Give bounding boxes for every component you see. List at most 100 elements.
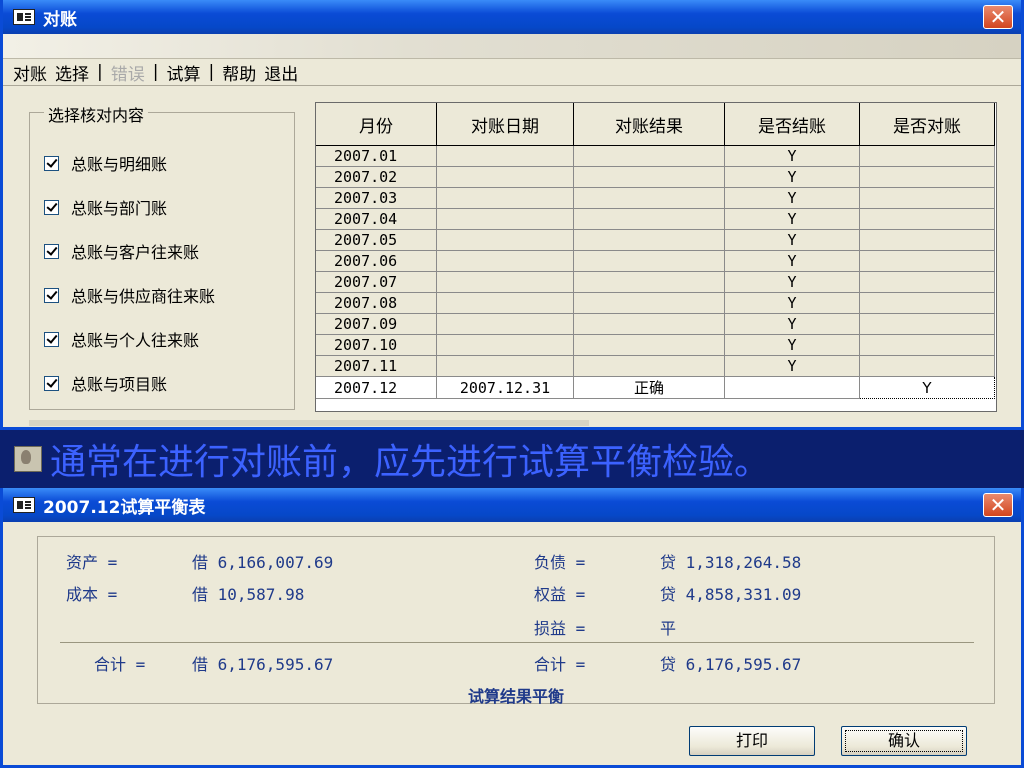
cell-closed[interactable]: Y bbox=[724, 145, 860, 167]
table-row[interactable]: 2007.06 Y bbox=[316, 250, 995, 272]
cell-reconciled[interactable] bbox=[859, 313, 995, 335]
col-month[interactable]: 月份 bbox=[316, 103, 437, 146]
cell-date[interactable] bbox=[436, 229, 574, 251]
trial-balance-titlebar[interactable]: 2007.12试算平衡表 ✕ bbox=[3, 488, 1021, 522]
cell-month[interactable]: 2007.03 bbox=[316, 187, 437, 209]
cell-closed[interactable]: Y bbox=[724, 187, 860, 209]
check-ledger-detail[interactable]: 总账与明细账 bbox=[44, 151, 167, 175]
cell-closed[interactable]: Y bbox=[724, 313, 860, 335]
cell-reconciled[interactable] bbox=[859, 145, 995, 167]
table-row[interactable]: 2007.02 Y bbox=[316, 166, 995, 188]
cell-month[interactable]: 2007.02 bbox=[316, 166, 437, 188]
checkbox[interactable] bbox=[44, 155, 59, 171]
checkbox[interactable] bbox=[44, 243, 59, 259]
check-ledger-project[interactable]: 总账与项目账 bbox=[44, 371, 167, 395]
check-ledger-customer[interactable]: 总账与客户往来账 bbox=[44, 239, 199, 263]
cell-reconciled[interactable] bbox=[859, 355, 995, 377]
table-row[interactable]: 2007.04 Y bbox=[316, 208, 995, 230]
table-row[interactable]: 2007.07 Y bbox=[316, 271, 995, 293]
checkbox[interactable] bbox=[44, 199, 59, 215]
check-ledger-personal[interactable]: 总账与个人往来账 bbox=[44, 327, 199, 351]
cell-reconciled[interactable] bbox=[859, 334, 995, 356]
cell-result[interactable] bbox=[573, 334, 725, 356]
cell-date[interactable] bbox=[436, 187, 574, 209]
col-is-closed[interactable]: 是否结账 bbox=[724, 103, 860, 146]
cell-date[interactable] bbox=[436, 292, 574, 314]
cell-month[interactable]: 2007.01 bbox=[316, 145, 437, 167]
cell-month[interactable]: 2007.04 bbox=[316, 208, 437, 230]
cell-month[interactable]: 2007.11 bbox=[316, 355, 437, 377]
cell-date[interactable] bbox=[436, 313, 574, 335]
col-reconcile-result[interactable]: 对账结果 bbox=[573, 103, 725, 146]
reconcile-grid[interactable]: 月份 对账日期 对账结果 是否结账 是否对账 2007.01 Y 2007.02 Y… bbox=[315, 102, 997, 412]
cell-month[interactable]: 2007.05 bbox=[316, 229, 437, 251]
menu-help[interactable]: 帮助 bbox=[222, 60, 256, 85]
cell-closed[interactable]: Y bbox=[724, 292, 860, 314]
col-reconcile-date[interactable]: 对账日期 bbox=[436, 103, 574, 146]
table-row-selected[interactable]: 2007.12 2007.12.31 正确 Y bbox=[316, 376, 995, 399]
checkbox[interactable] bbox=[44, 287, 59, 303]
cell-result[interactable] bbox=[573, 250, 725, 272]
menu-select[interactable]: 选择 bbox=[55, 60, 89, 85]
cell-reconciled[interactable] bbox=[859, 271, 995, 293]
cell-result[interactable]: 正确 bbox=[573, 376, 725, 399]
cell-month[interactable]: 2007.08 bbox=[316, 292, 437, 314]
cell-date[interactable] bbox=[436, 208, 574, 230]
cell-month[interactable]: 2007.06 bbox=[316, 250, 437, 272]
close-button[interactable]: ✕ bbox=[983, 5, 1013, 29]
menu-trial-balance[interactable]: 试算 bbox=[166, 60, 200, 85]
cell-reconciled[interactable] bbox=[859, 292, 995, 314]
cell-closed[interactable]: Y bbox=[724, 334, 860, 356]
cell-date[interactable] bbox=[436, 334, 574, 356]
cell-month[interactable]: 2007.07 bbox=[316, 271, 437, 293]
horizontal-scrollbar[interactable] bbox=[29, 420, 589, 426]
table-row[interactable]: 2007.09 Y bbox=[316, 313, 995, 335]
cell-month[interactable]: 2007.12 bbox=[316, 376, 437, 399]
col-is-reconciled[interactable]: 是否对账 bbox=[859, 103, 995, 146]
cell-result[interactable] bbox=[573, 229, 725, 251]
window-menu-icon[interactable] bbox=[13, 9, 35, 25]
cell-reconciled[interactable] bbox=[859, 208, 995, 230]
table-row[interactable]: 2007.08 Y bbox=[316, 292, 995, 314]
cell-reconciled[interactable] bbox=[859, 166, 995, 188]
cell-closed[interactable]: Y bbox=[724, 250, 860, 272]
cell-result[interactable] bbox=[573, 313, 725, 335]
table-row[interactable]: 2007.01 Y bbox=[316, 145, 995, 167]
cell-reconciled[interactable] bbox=[859, 187, 995, 209]
cell-closed[interactable]: Y bbox=[724, 355, 860, 377]
reconcile-titlebar[interactable]: 对账 ✕ bbox=[3, 0, 1021, 34]
table-row[interactable]: 2007.11 Y bbox=[316, 355, 995, 377]
cell-date[interactable] bbox=[436, 166, 574, 188]
confirm-button[interactable]: 确认 bbox=[841, 726, 967, 756]
table-row[interactable]: 2007.10 Y bbox=[316, 334, 995, 356]
cell-date[interactable] bbox=[436, 145, 574, 167]
cell-result[interactable] bbox=[573, 145, 725, 167]
cell-date[interactable]: 2007.12.31 bbox=[436, 376, 574, 399]
cell-result[interactable] bbox=[573, 208, 725, 230]
cell-month[interactable]: 2007.10 bbox=[316, 334, 437, 356]
cell-reconciled[interactable] bbox=[859, 229, 995, 251]
cell-reconciled[interactable] bbox=[859, 250, 995, 272]
cell-date[interactable] bbox=[436, 355, 574, 377]
cell-result[interactable] bbox=[573, 355, 725, 377]
cell-result[interactable] bbox=[573, 292, 725, 314]
check-ledger-supplier[interactable]: 总账与供应商往来账 bbox=[44, 283, 215, 307]
cell-result[interactable] bbox=[573, 271, 725, 293]
table-row[interactable]: 2007.03 Y bbox=[316, 187, 995, 209]
print-button[interactable]: 打印 bbox=[689, 726, 815, 756]
menu-reconcile[interactable]: 对账 bbox=[13, 60, 47, 85]
cell-closed[interactable] bbox=[724, 376, 860, 399]
cell-closed[interactable]: Y bbox=[724, 229, 860, 251]
close-button[interactable]: ✕ bbox=[983, 493, 1013, 517]
checkbox[interactable] bbox=[44, 375, 59, 391]
cell-month[interactable]: 2007.09 bbox=[316, 313, 437, 335]
cell-date[interactable] bbox=[436, 250, 574, 272]
cell-result[interactable] bbox=[573, 166, 725, 188]
window-menu-icon[interactable] bbox=[13, 497, 35, 513]
cell-result[interactable] bbox=[573, 187, 725, 209]
check-ledger-department[interactable]: 总账与部门账 bbox=[44, 195, 167, 219]
table-row[interactable]: 2007.05 Y bbox=[316, 229, 995, 251]
cell-closed[interactable]: Y bbox=[724, 271, 860, 293]
checkbox[interactable] bbox=[44, 331, 59, 347]
menu-exit[interactable]: 退出 bbox=[264, 60, 298, 85]
